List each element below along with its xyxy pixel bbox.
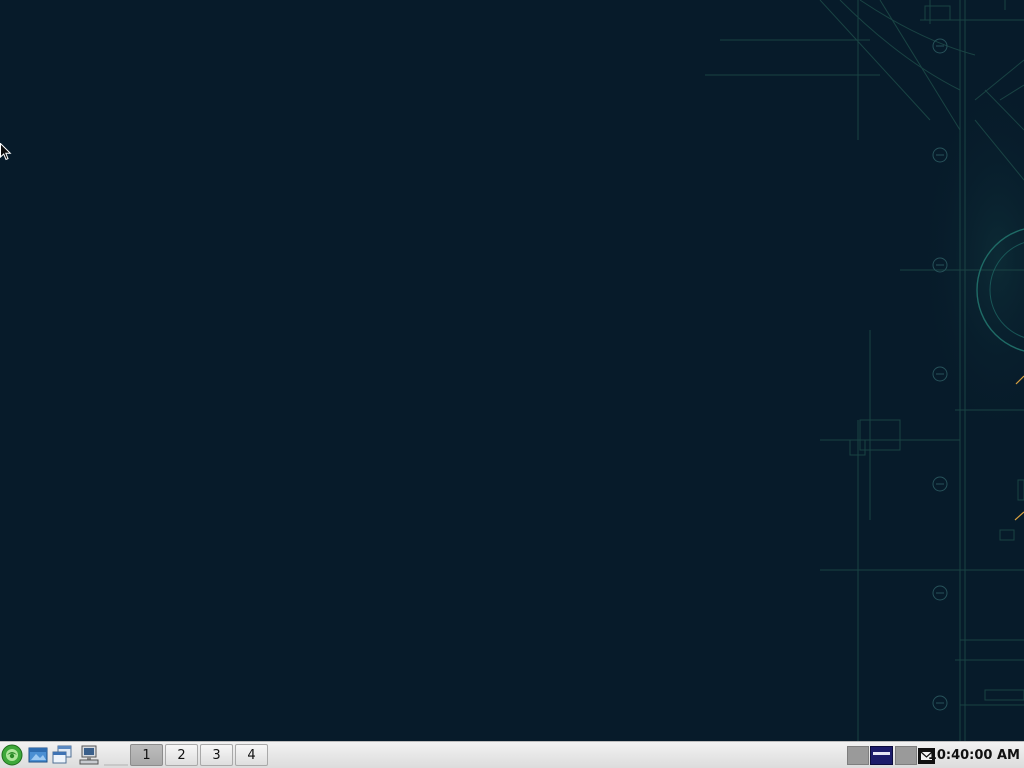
pager-preview-icon-2[interactable] [895,746,917,765]
launcher-bar-edge [104,745,128,766]
mouse-cursor-icon [0,143,12,161]
workspace-4-button[interactable]: 4 [235,744,268,766]
workspace-1-button[interactable]: 1 [130,744,163,766]
taskbar: 1 2 3 4 10:40:00 AM [0,741,1024,768]
desktop[interactable] [0,0,1024,741]
window-switcher-icon[interactable] [51,744,73,766]
file-manager-icon[interactable] [27,744,49,766]
window-preview-icon[interactable] [870,746,893,765]
pager-preview-icon[interactable] [847,746,869,765]
menu-icon[interactable] [1,744,23,766]
computer-icon[interactable] [78,744,100,766]
clock[interactable]: 10:40:00 AM [928,746,1020,765]
workspace-3-button[interactable]: 3 [200,744,233,766]
wallpaper-blueprint-art [700,0,1024,741]
workspace-2-button[interactable]: 2 [165,744,198,766]
